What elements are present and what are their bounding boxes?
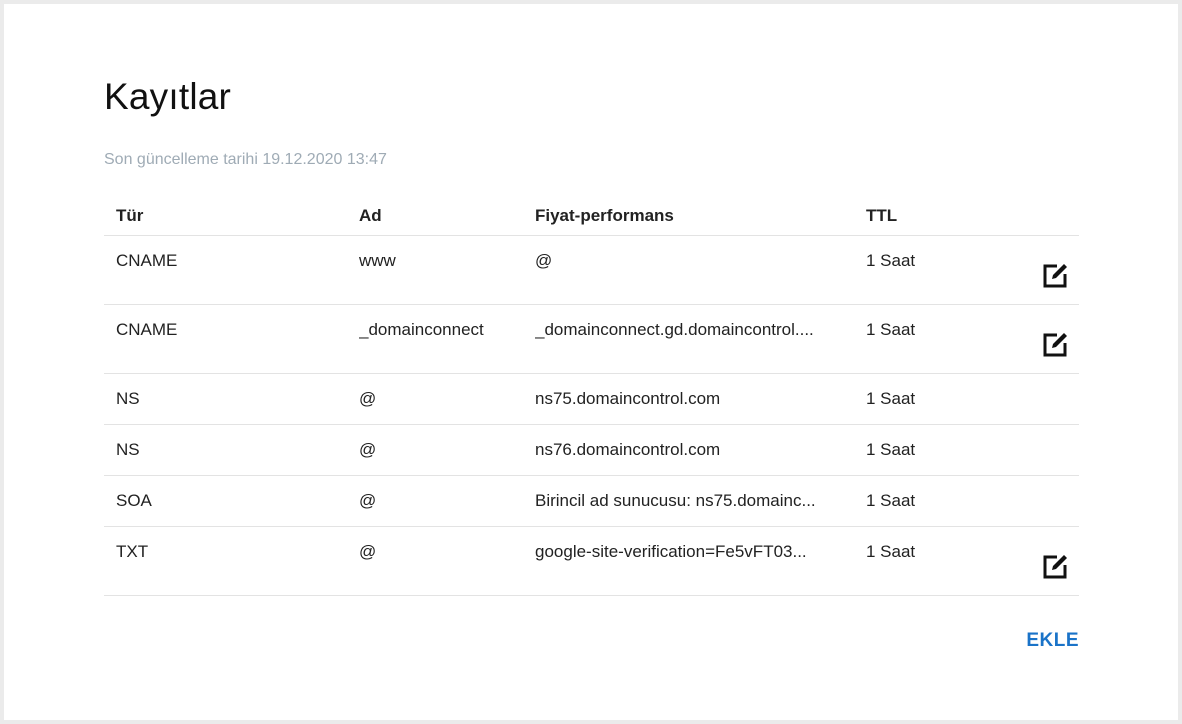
page-title: Kayıtlar <box>104 76 232 117</box>
record-ttl: 1 Saat <box>866 440 916 459</box>
edit-record-button[interactable] <box>1039 327 1073 361</box>
edit-icon <box>1043 333 1067 357</box>
record-ttl: 1 Saat <box>866 542 916 561</box>
record-value: @ <box>535 251 553 270</box>
record-type: NS <box>116 440 140 459</box>
table-row: SOA @ Birincil ad sunucusu: ns75.domainc… <box>104 476 1079 527</box>
record-type: CNAME <box>116 320 178 339</box>
record-type: TXT <box>116 542 149 561</box>
column-header-ttl: TTL <box>866 206 898 225</box>
add-record-button[interactable]: EKLE <box>1026 630 1079 652</box>
last-updated-text: Son güncelleme tarihi 19.12.2020 13:47 <box>104 151 387 168</box>
edit-record-button[interactable] <box>1039 549 1073 583</box>
table-row: NS @ ns75.domaincontrol.com 1 Saat <box>104 374 1079 425</box>
record-value: ns76.domaincontrol.com <box>535 440 721 459</box>
record-type: SOA <box>116 491 152 510</box>
table-row: CNAME _domainconnect _domainconnect.gd.d… <box>104 305 1079 374</box>
record-name: _domainconnect <box>359 320 484 339</box>
record-value: google-site-verification=Fe5vFT03... <box>535 542 807 561</box>
edit-icon <box>1043 264 1067 288</box>
column-header-value: Fiyat-performans <box>535 206 674 225</box>
record-value: Birincil ad sunucusu: ns75.domainc... <box>535 491 816 510</box>
table-row: CNAME www @ 1 Saat <box>104 236 1079 305</box>
table-row: NS @ ns76.domaincontrol.com 1 Saat <box>104 425 1079 476</box>
record-ttl: 1 Saat <box>866 251 916 270</box>
table-row: TXT @ google-site-verification=Fe5vFT03.… <box>104 527 1079 596</box>
record-name: @ <box>359 491 377 510</box>
record-type: CNAME <box>116 251 178 270</box>
column-header-type: Tür <box>116 206 144 225</box>
record-value: ns75.domaincontrol.com <box>535 389 721 408</box>
record-name: @ <box>359 542 377 561</box>
record-name: www <box>359 251 396 270</box>
dns-records-card: Kayıtlar Son güncelleme tarihi 19.12.202… <box>4 4 1178 720</box>
table-header-row: Tür Ad Fiyat-performans TTL <box>104 192 1079 236</box>
record-name: @ <box>359 389 377 408</box>
record-value: _domainconnect.gd.domaincontrol.... <box>535 320 814 339</box>
record-ttl: 1 Saat <box>866 491 916 510</box>
column-header-name: Ad <box>359 206 382 225</box>
record-name: @ <box>359 440 377 459</box>
record-ttl: 1 Saat <box>866 320 916 339</box>
record-ttl: 1 Saat <box>866 389 916 408</box>
edit-record-button[interactable] <box>1039 258 1073 292</box>
edit-icon <box>1043 555 1067 579</box>
records-table: Tür Ad Fiyat-performans TTL CNAME www @ … <box>104 192 1079 596</box>
record-type: NS <box>116 389 140 408</box>
